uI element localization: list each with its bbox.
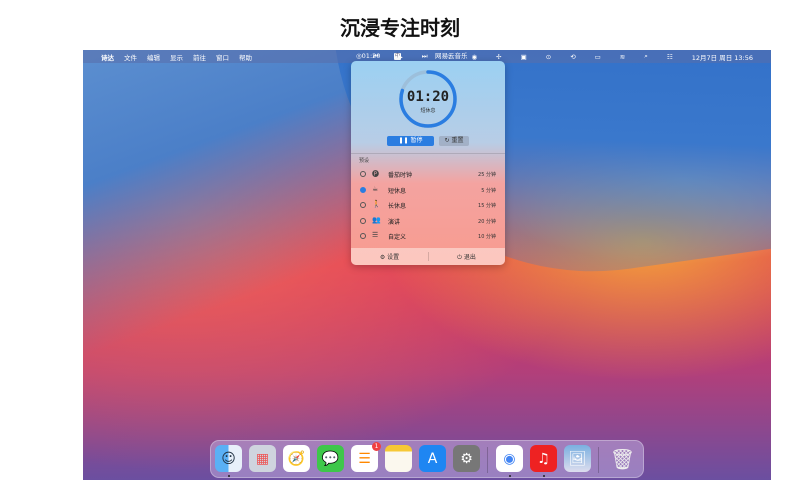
wifi-icon[interactable]: ≋ [620, 53, 625, 61]
preset-radio[interactable] [360, 186, 366, 193]
menu-view[interactable]: 显示 [170, 52, 183, 62]
menu-help[interactable]: 帮助 [239, 52, 252, 62]
focus-timer-popup: 01:20 短休息 ❚❚ 暂停 ↻ 重置 预设 🅟 番茄时钟 25 分钟 ☕ 短休息 5 … [351, 61, 505, 265]
sync-icon[interactable]: ⟲ [570, 53, 575, 61]
preset-icon: ☕ [372, 184, 379, 193]
timer-mode: 短休息 [420, 108, 436, 114]
pause-button[interactable]: ❚❚ 暂停 [387, 136, 434, 146]
dock-launchpad[interactable]: ▦ [249, 445, 276, 472]
running-indicator [543, 475, 545, 477]
preset-icon: 👥 [372, 215, 381, 224]
running-indicator [228, 475, 230, 477]
search-icon[interactable]: ⌕ [644, 52, 648, 61]
menu-edit[interactable]: 编辑 [147, 52, 160, 62]
preset-label: 演讲 [388, 218, 401, 226]
dock-messages[interactable]: 💬 [317, 445, 344, 472]
dock-reminders[interactable]: ☰ 1 [351, 442, 381, 472]
power-icon: ⏻ [457, 254, 464, 261]
dock-system-preferences[interactable]: ⚙ [453, 445, 480, 472]
preset-duration: 15 分钟 [478, 203, 496, 209]
page-title: 沉浸专注时刻 [340, 16, 460, 40]
menu-file[interactable]: 文件 [124, 52, 137, 62]
preset-label: 自定义 [388, 234, 407, 241]
next-track-icon[interactable]: ⏭ [422, 52, 428, 61]
reset-button[interactable]: ↻ 重置 [439, 136, 469, 146]
clock[interactable]: 12月7日 周日 13:56 [692, 52, 753, 62]
heart-icon[interactable]: ♡ [447, 53, 453, 61]
menu-app[interactable]: 诗达 [101, 52, 114, 62]
dock-separator [487, 447, 488, 473]
preset-duration: 5 分钟 [481, 187, 496, 194]
preset-header: 预设 [359, 158, 370, 164]
settings-label: 设置 [387, 254, 400, 261]
popup-footer: ⚙ 设置 ⏻ 退出 [351, 248, 505, 265]
preset-icon: ☰ [372, 231, 379, 239]
preset-duration: 10 分钟 [478, 234, 496, 240]
preset-item[interactable]: ☕ 短休息 5 分钟 [351, 183, 505, 198]
quit-label: 退出 [463, 254, 476, 261]
dock-netease-music[interactable]: ♫ [530, 445, 557, 472]
preset-item[interactable]: 🚶 长休息 15 分钟 [351, 198, 505, 213]
settings-button[interactable]: ⚙ 设置 [351, 252, 428, 261]
notes-icon[interactable]: ▣ [521, 53, 527, 61]
timer-display: 01:20 [406, 89, 450, 105]
notification-badge: 1 [372, 442, 381, 451]
dock-notes[interactable] [385, 445, 412, 472]
preset-radio[interactable] [360, 233, 366, 239]
dock-trash[interactable]: 🗑 [609, 445, 636, 472]
play-icon[interactable]: ▶ [398, 53, 403, 61]
preset-radio[interactable] [360, 171, 366, 177]
preset-label: 长休息 [388, 203, 407, 210]
dock-preview[interactable]: 🖼 [564, 445, 591, 472]
pause-label: 暂停 [410, 137, 423, 144]
pause-icon: ❚❚ [398, 137, 411, 144]
status-icon[interactable]: ◉ [471, 53, 477, 61]
quit-button[interactable]: ⏻ 退出 [428, 252, 505, 262]
preset-radio[interactable] [360, 202, 366, 208]
reset-label: 重置 [451, 137, 464, 144]
dock-separator [598, 447, 599, 473]
control-center-icon[interactable]: ☷ [667, 53, 673, 61]
preset-radio[interactable] [360, 217, 366, 224]
preset-label: 短休息 [388, 187, 407, 195]
play-circle-icon[interactable]: ⊙ [546, 53, 551, 61]
desktop: 诗达 文件 编辑 显示 前往 窗口 帮助 ◎01:20 中 网易云音乐 ⏮ ▶ … [83, 50, 771, 480]
preset-icon: 🚶 [372, 200, 381, 208]
preset-item[interactable]: ☰ 自定义 10 分钟 [351, 229, 505, 244]
preset-icon: 🅟 [372, 170, 379, 178]
fan-icon[interactable]: ✢ [496, 53, 501, 61]
battery-icon[interactable]: ▭ [595, 53, 601, 61]
preset-duration: 25 分钟 [478, 172, 496, 178]
menu-go[interactable]: 前往 [193, 52, 206, 62]
preset-item[interactable]: 🅟 番茄时钟 25 分钟 [351, 167, 505, 182]
dock-app-store[interactable]: A [419, 445, 446, 472]
preset-label: 番茄时钟 [388, 172, 413, 179]
menu-window[interactable]: 窗口 [216, 52, 229, 62]
running-indicator [509, 475, 511, 477]
preset-item[interactable]: 👥 演讲 20 分钟 [351, 214, 505, 229]
dock-chrome[interactable]: ◉ [496, 445, 523, 472]
divider [351, 153, 505, 154]
prev-track-icon[interactable]: ⏮ [373, 52, 379, 61]
dock-safari[interactable]: 🧭 [283, 445, 310, 472]
preset-duration: 20 分钟 [478, 218, 496, 225]
dock-finder[interactable]: ☺ [215, 445, 242, 472]
dock: ☺ ▦ 🧭 💬 ☰ 1 A ⚙ ◉ ♫ 🖼 🗑 [210, 440, 644, 478]
